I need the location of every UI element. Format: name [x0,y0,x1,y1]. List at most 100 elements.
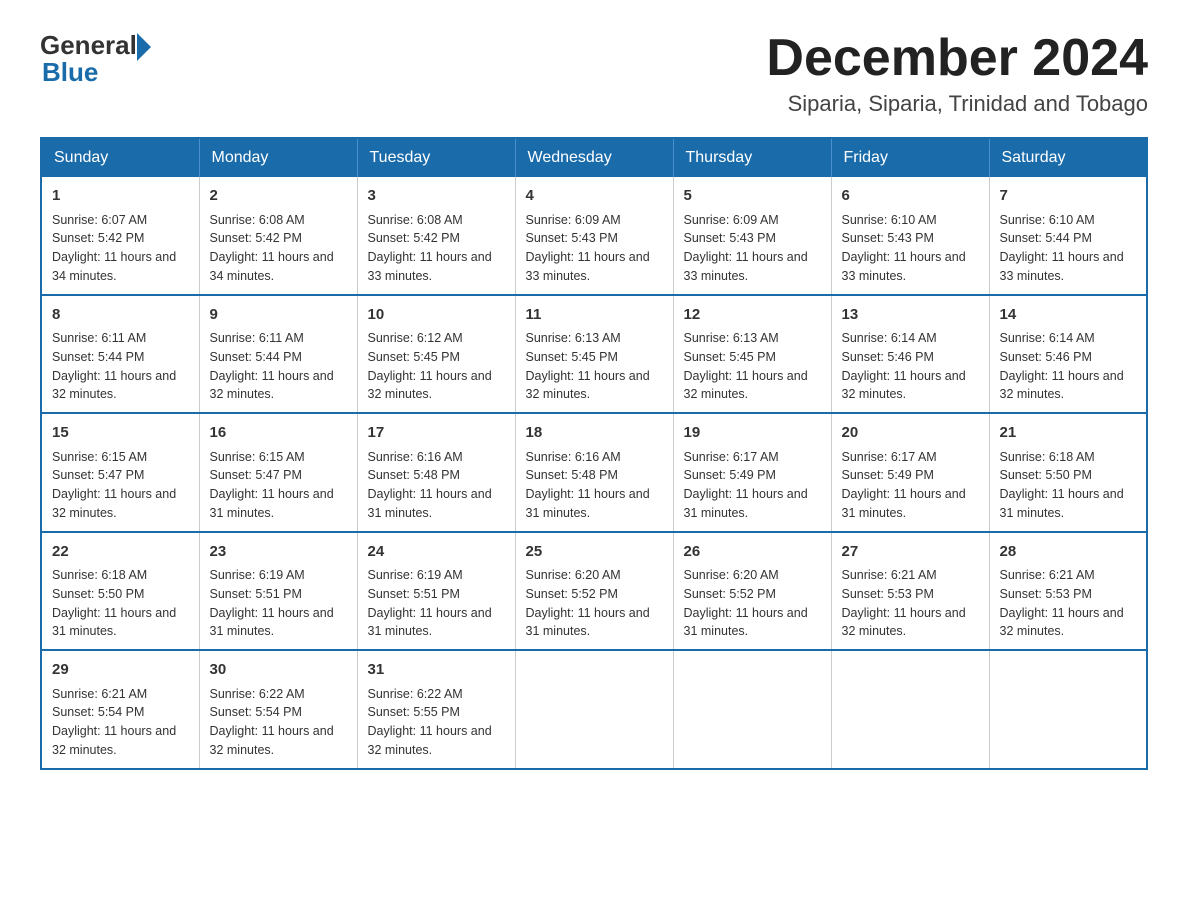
calendar-cell: 4 Sunrise: 6:09 AMSunset: 5:43 PMDaylight… [515,177,673,295]
calendar-cell: 14Sunrise: 6:14 AMSunset: 5:46 PMDayligh… [989,295,1147,414]
day-info: Sunrise: 6:18 AMSunset: 5:50 PMDaylight:… [52,566,189,641]
day-number: 8 [52,304,189,327]
calendar-cell: 23Sunrise: 6:19 AMSunset: 5:51 PMDayligh… [199,532,357,651]
day-info: Sunrise: 6:16 AMSunset: 5:48 PMDaylight:… [526,448,663,523]
day-number: 28 [1000,541,1137,564]
day-info: Sunrise: 6:21 AMSunset: 5:54 PMDaylight:… [52,685,189,760]
calendar-cell: 17 Sunrise: 6:16 AMSunset: 5:48 PMDayligh… [357,413,515,532]
day-number: 1 [52,185,189,208]
calendar-cell: 27Sunrise: 6:21 AMSunset: 5:53 PMDayligh… [831,532,989,651]
day-number: 27 [842,541,979,564]
logo-blue-text: Blue [42,57,98,88]
calendar-week-row: 8Sunrise: 6:11 AMSunset: 5:44 PMDaylight… [41,295,1147,414]
calendar-week-row: 29 Sunrise: 6:21 AMSunset: 5:54 PMDayligh… [41,650,1147,769]
calendar-cell: 25Sunrise: 6:20 AMSunset: 5:52 PMDayligh… [515,532,673,651]
day-number: 24 [368,541,505,564]
logo: General Blue [40,30,151,88]
day-number: 30 [210,659,347,682]
calendar-cell [989,650,1147,769]
day-number: 10 [368,304,505,327]
day-info: Sunrise: 6:18 AMSunset: 5:50 PMDaylight:… [1000,448,1137,523]
day-info: Sunrise: 6:08 AMSunset: 5:42 PMDaylight:… [368,211,505,286]
day-number: 19 [684,422,821,445]
day-number: 5 [684,185,821,208]
calendar-header-monday: Monday [199,138,357,177]
day-number: 17 [368,422,505,445]
calendar-cell: 12Sunrise: 6:13 AMSunset: 5:45 PMDayligh… [673,295,831,414]
day-number: 9 [210,304,347,327]
day-number: 3 [368,185,505,208]
calendar-cell: 7Sunrise: 6:10 AMSunset: 5:44 PMDaylight… [989,177,1147,295]
day-info: Sunrise: 6:10 AMSunset: 5:43 PMDaylight:… [842,211,979,286]
day-number: 21 [1000,422,1137,445]
day-number: 7 [1000,185,1137,208]
calendar-cell: 9Sunrise: 6:11 AMSunset: 5:44 PMDaylight… [199,295,357,414]
calendar-cell [831,650,989,769]
day-info: Sunrise: 6:13 AMSunset: 5:45 PMDaylight:… [684,329,821,404]
calendar-header-thursday: Thursday [673,138,831,177]
day-number: 26 [684,541,821,564]
day-number: 4 [526,185,663,208]
page-title: December 2024 [766,30,1148,87]
calendar-cell: 19 Sunrise: 6:17 AMSunset: 5:49 PMDayligh… [673,413,831,532]
calendar-cell: 24Sunrise: 6:19 AMSunset: 5:51 PMDayligh… [357,532,515,651]
day-info: Sunrise: 6:09 AMSunset: 5:43 PMDaylight:… [526,211,663,286]
day-info: Sunrise: 6:22 AMSunset: 5:55 PMDaylight:… [368,685,505,760]
day-info: Sunrise: 6:20 AMSunset: 5:52 PMDaylight:… [526,566,663,641]
day-number: 16 [210,422,347,445]
calendar-cell [515,650,673,769]
day-info: Sunrise: 6:14 AMSunset: 5:46 PMDaylight:… [1000,329,1137,404]
calendar-cell: 11Sunrise: 6:13 AMSunset: 5:45 PMDayligh… [515,295,673,414]
day-number: 22 [52,541,189,564]
day-info: Sunrise: 6:17 AMSunset: 5:49 PMDaylight:… [684,448,821,523]
calendar-cell: 18 Sunrise: 6:16 AMSunset: 5:48 PMDayligh… [515,413,673,532]
day-info: Sunrise: 6:17 AMSunset: 5:49 PMDaylight:… [842,448,979,523]
day-info: Sunrise: 6:07 AMSunset: 5:42 PMDaylight:… [52,211,189,286]
day-number: 15 [52,422,189,445]
title-section: December 2024 Siparia, Siparia, Trinidad… [766,30,1148,117]
day-info: Sunrise: 6:19 AMSunset: 5:51 PMDaylight:… [210,566,347,641]
day-info: Sunrise: 6:09 AMSunset: 5:43 PMDaylight:… [684,211,821,286]
calendar-table: SundayMondayTuesdayWednesdayThursdayFrid… [40,137,1148,770]
calendar-cell: 10Sunrise: 6:12 AMSunset: 5:45 PMDayligh… [357,295,515,414]
day-number: 25 [526,541,663,564]
calendar-cell: 28Sunrise: 6:21 AMSunset: 5:53 PMDayligh… [989,532,1147,651]
day-info: Sunrise: 6:15 AMSunset: 5:47 PMDaylight:… [52,448,189,523]
calendar-header-saturday: Saturday [989,138,1147,177]
day-info: Sunrise: 6:14 AMSunset: 5:46 PMDaylight:… [842,329,979,404]
calendar-cell: 15 Sunrise: 6:15 AMSunset: 5:47 PMDayligh… [41,413,199,532]
day-number: 2 [210,185,347,208]
calendar-cell: 29 Sunrise: 6:21 AMSunset: 5:54 PMDayligh… [41,650,199,769]
calendar-header-row: SundayMondayTuesdayWednesdayThursdayFrid… [41,138,1147,177]
day-info: Sunrise: 6:12 AMSunset: 5:45 PMDaylight:… [368,329,505,404]
day-number: 13 [842,304,979,327]
calendar-header-tuesday: Tuesday [357,138,515,177]
calendar-cell: 13Sunrise: 6:14 AMSunset: 5:46 PMDayligh… [831,295,989,414]
calendar-cell: 5 Sunrise: 6:09 AMSunset: 5:43 PMDaylight… [673,177,831,295]
day-number: 31 [368,659,505,682]
day-number: 12 [684,304,821,327]
calendar-cell: 22Sunrise: 6:18 AMSunset: 5:50 PMDayligh… [41,532,199,651]
calendar-week-row: 1 Sunrise: 6:07 AMSunset: 5:42 PMDaylight… [41,177,1147,295]
day-info: Sunrise: 6:15 AMSunset: 5:47 PMDaylight:… [210,448,347,523]
logo-arrow-icon [137,33,151,61]
day-number: 18 [526,422,663,445]
day-info: Sunrise: 6:16 AMSunset: 5:48 PMDaylight:… [368,448,505,523]
calendar-header-wednesday: Wednesday [515,138,673,177]
calendar-week-row: 15 Sunrise: 6:15 AMSunset: 5:47 PMDayligh… [41,413,1147,532]
day-number: 23 [210,541,347,564]
page-subtitle: Siparia, Siparia, Trinidad and Tobago [766,91,1148,117]
day-number: 20 [842,422,979,445]
day-info: Sunrise: 6:22 AMSunset: 5:54 PMDaylight:… [210,685,347,760]
day-info: Sunrise: 6:21 AMSunset: 5:53 PMDaylight:… [1000,566,1137,641]
day-info: Sunrise: 6:19 AMSunset: 5:51 PMDaylight:… [368,566,505,641]
calendar-cell: 8Sunrise: 6:11 AMSunset: 5:44 PMDaylight… [41,295,199,414]
calendar-cell: 6Sunrise: 6:10 AMSunset: 5:43 PMDaylight… [831,177,989,295]
day-info: Sunrise: 6:20 AMSunset: 5:52 PMDaylight:… [684,566,821,641]
calendar-cell: 21 Sunrise: 6:18 AMSunset: 5:50 PMDayligh… [989,413,1147,532]
calendar-cell: 1 Sunrise: 6:07 AMSunset: 5:42 PMDaylight… [41,177,199,295]
calendar-cell [673,650,831,769]
calendar-header-sunday: Sunday [41,138,199,177]
day-number: 14 [1000,304,1137,327]
day-number: 29 [52,659,189,682]
